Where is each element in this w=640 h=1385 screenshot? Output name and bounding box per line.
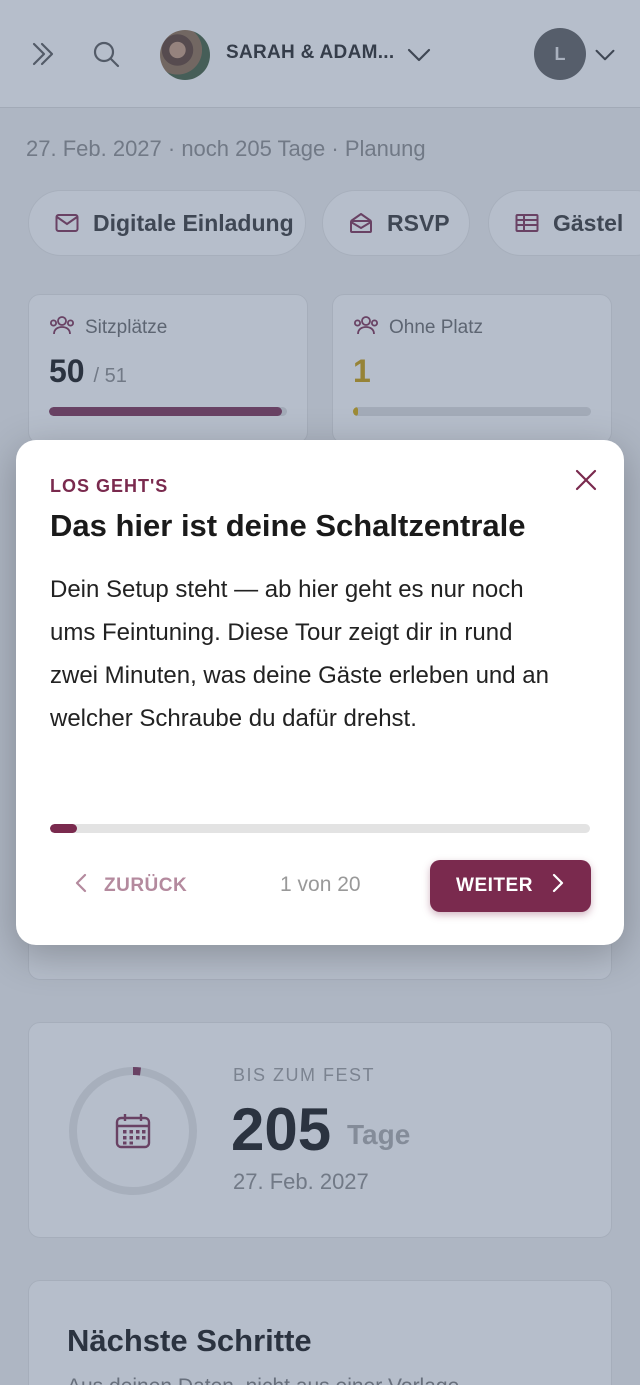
tour-step-counter: 1 von 20	[280, 873, 361, 896]
tour-progress-bar	[50, 824, 590, 833]
back-label: ZURÜCK	[104, 875, 188, 896]
chevron-right-icon	[551, 873, 565, 899]
tour-title: Das hier ist deine Schaltzentrale	[50, 508, 526, 543]
dashboard-page: SARAH & ADAM... L 27. Feb. 2027 · noch 2…	[0, 0, 640, 1385]
tour-dialog: LOS GEHT'S Das hier ist deine Schaltzent…	[16, 440, 624, 945]
tour-progress-fill	[50, 824, 77, 833]
next-button[interactable]: WEITER	[430, 860, 591, 912]
close-icon[interactable]	[568, 462, 604, 498]
next-label: WEITER	[456, 875, 533, 896]
tour-eyebrow: LOS GEHT'S	[50, 476, 169, 496]
back-button[interactable]: ZURÜCK	[74, 866, 187, 906]
chevron-left-icon	[74, 873, 88, 899]
tour-body: Dein Setup steht — ab hier geht es nur n…	[50, 576, 549, 732]
